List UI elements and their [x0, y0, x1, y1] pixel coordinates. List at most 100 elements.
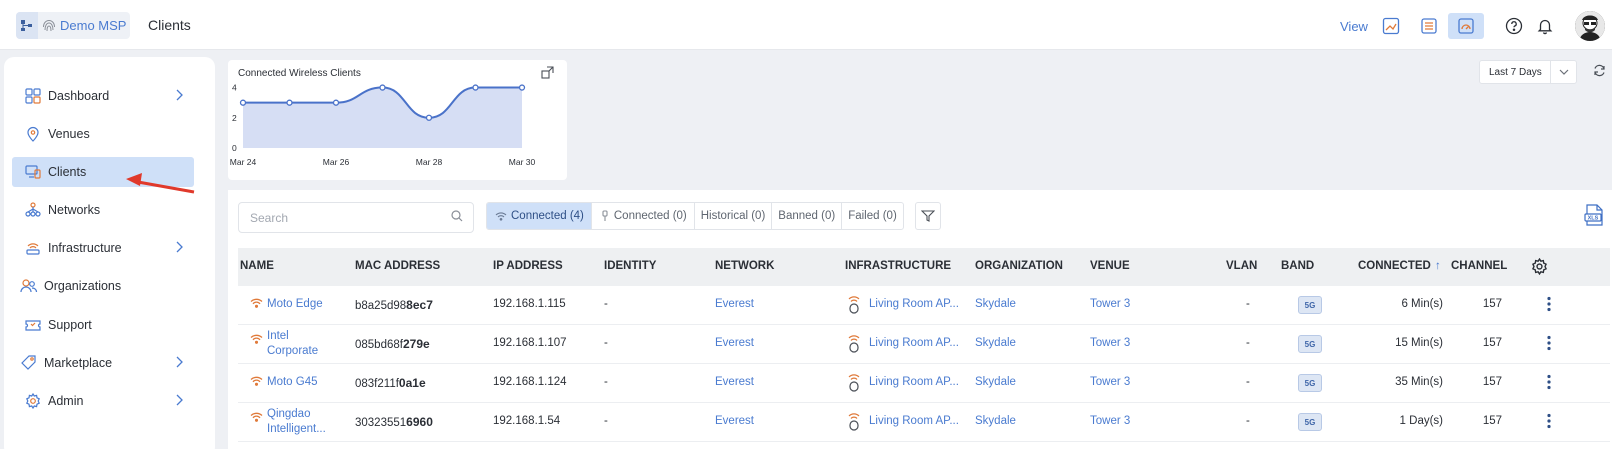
vlan: - [1246, 337, 1250, 349]
org-switcher[interactable]: Demo MSP [16, 12, 130, 39]
tab-banned[interactable]: Banned (0) [772, 203, 843, 229]
column-header-channel[interactable]: CHANNEL [1451, 260, 1507, 272]
chart-point[interactable] [472, 84, 479, 91]
x-tick-label: Mar 24 [230, 157, 257, 167]
search-input[interactable] [250, 210, 451, 225]
tab-label: Failed (0) [848, 210, 897, 222]
network-link[interactable]: Everest [715, 376, 754, 388]
chart-point[interactable] [332, 99, 340, 106]
sort-arrow-icon[interactable]: ↑ [1435, 260, 1441, 272]
tab-historical[interactable]: Historical (0) [695, 203, 773, 229]
client-name[interactable]: Qingdao Intelligent... [267, 407, 326, 437]
client-name-line[interactable]: Corporate [267, 344, 318, 359]
y-tick-label: 0 [232, 143, 237, 153]
table-row[interactable]: Moto G45 083f211f0a1e 192.168.1.124 - Everes… [238, 364, 1610, 403]
sidebar-item-organizations[interactable]: Organizations [12, 271, 194, 301]
help-icon[interactable] [1505, 17, 1523, 35]
network-link[interactable]: Everest [715, 337, 754, 349]
tab-failed[interactable]: Failed (0) [842, 203, 903, 229]
more-options-icon[interactable] [1547, 335, 1551, 354]
chart-point[interactable] [239, 99, 247, 106]
filter-button[interactable] [915, 202, 941, 230]
tab-connected-wired[interactable]: Connected (0) [592, 203, 695, 229]
gear-icon [24, 392, 42, 410]
venue-link[interactable]: Tower 3 [1090, 376, 1130, 388]
column-header-infrastructure[interactable]: INFRASTRUCTURE [845, 260, 951, 272]
client-name-line[interactable]: Moto G45 [267, 375, 318, 390]
column-header-organization[interactable]: ORGANIZATION [975, 260, 1063, 272]
network-link[interactable]: Everest [715, 298, 754, 310]
sidebar-item-venues[interactable]: Venues [12, 119, 194, 149]
table-row[interactable]: Intel Corporate 085bd68f279e 192.168.1.107 -… [238, 325, 1610, 364]
more-options-icon[interactable] [1547, 374, 1551, 393]
view-list-button[interactable] [1411, 13, 1447, 39]
organization-link[interactable]: Skydale [975, 337, 1016, 349]
table-row[interactable]: Qingdao Intelligent... 303235516960 192.168… [238, 403, 1610, 442]
client-name[interactable]: Moto G45 [267, 375, 318, 390]
x-tick-label: Mar 30 [509, 157, 536, 167]
mac-address: 083f211f0a1e [355, 376, 426, 390]
column-header-connected[interactable]: CONNECTED [1358, 260, 1431, 272]
hierarchy-icon [16, 12, 38, 39]
chart-point[interactable] [379, 84, 386, 91]
venue-link[interactable]: Tower 3 [1090, 298, 1130, 310]
chart-point[interactable] [286, 99, 293, 106]
client-name-line[interactable]: Moto Edge [267, 297, 323, 312]
infrastructure-link[interactable]: Living Room AP... [869, 415, 959, 427]
refresh-icon[interactable] [1593, 64, 1606, 80]
sidebar-item-admin[interactable]: Admin [12, 386, 194, 416]
vlan: - [1246, 415, 1250, 427]
column-header-ip[interactable]: IP ADDRESS [493, 260, 563, 272]
client-name-line[interactable]: Qingdao [267, 407, 326, 422]
column-header-identity[interactable]: IDENTITY [604, 260, 656, 272]
column-header-mac[interactable]: MAC ADDRESS [355, 260, 440, 272]
column-header-network[interactable]: NETWORK [715, 260, 774, 272]
column-header-vlan[interactable]: VLAN [1226, 260, 1257, 272]
more-options-icon[interactable] [1547, 296, 1551, 315]
client-name[interactable]: Moto Edge [267, 297, 323, 312]
organization-link[interactable]: Skydale [975, 298, 1016, 310]
wifi-icon [250, 296, 263, 311]
venue-link[interactable]: Tower 3 [1090, 415, 1130, 427]
export-xls-icon[interactable]: XLS [1583, 204, 1605, 229]
client-name-line[interactable]: Intel [267, 329, 318, 344]
view-map-button[interactable] [1373, 13, 1409, 39]
client-name[interactable]: Intel Corporate [267, 329, 318, 359]
chart-point[interactable] [518, 84, 526, 91]
identity: - [604, 376, 608, 388]
client-name-line[interactable]: Intelligent... [267, 422, 326, 437]
network-link[interactable]: Everest [715, 415, 754, 427]
sidebar-item-marketplace[interactable]: Marketplace [12, 348, 194, 378]
sidebar-item-label: Dashboard [48, 89, 110, 103]
organization-link[interactable]: Skydale [975, 376, 1016, 388]
sidebar: Dashboard Venues Clients Networks Infras… [4, 57, 215, 449]
chart-point[interactable] [425, 114, 433, 121]
date-range-select[interactable]: Last 7 Days [1479, 60, 1577, 84]
sidebar-item-dashboard[interactable]: Dashboard [12, 81, 194, 111]
infrastructure-link[interactable]: Living Room AP... [869, 376, 959, 388]
view-dashboard-button[interactable] [1448, 13, 1484, 39]
avatar[interactable] [1575, 11, 1605, 41]
column-header-venue[interactable]: VENUE [1090, 260, 1130, 272]
organization-link[interactable]: Skydale [975, 415, 1016, 427]
column-header-band[interactable]: BAND [1281, 260, 1314, 272]
sidebar-item-infrastructure[interactable]: Infrastructure [12, 233, 194, 263]
venue-link[interactable]: Tower 3 [1090, 337, 1130, 349]
vlan: - [1246, 298, 1250, 310]
settings-gear-icon[interactable] [1531, 257, 1548, 278]
chevron-right-icon [174, 241, 184, 256]
access-point-icon [847, 372, 861, 395]
column-header-name[interactable]: NAME [240, 260, 274, 272]
mac-prefix: b8a25d98 [355, 300, 407, 312]
table-row[interactable]: Moto Edge b8a25d988ec7 192.168.1.115 - Evere… [238, 286, 1610, 325]
band-badge: 5G [1298, 413, 1322, 431]
tab-connected-wireless[interactable]: Connected (4) [487, 203, 592, 229]
more-options-icon[interactable] [1547, 413, 1551, 432]
sidebar-item-networks[interactable]: Networks [12, 195, 194, 225]
mac-suffix: 6960 [406, 415, 433, 429]
bell-icon[interactable] [1536, 17, 1554, 35]
infrastructure-link[interactable]: Living Room AP... [869, 298, 959, 310]
infrastructure-link[interactable]: Living Room AP... [869, 337, 959, 349]
search-icon[interactable] [451, 210, 463, 225]
sidebar-item-support[interactable]: Support [12, 310, 194, 340]
